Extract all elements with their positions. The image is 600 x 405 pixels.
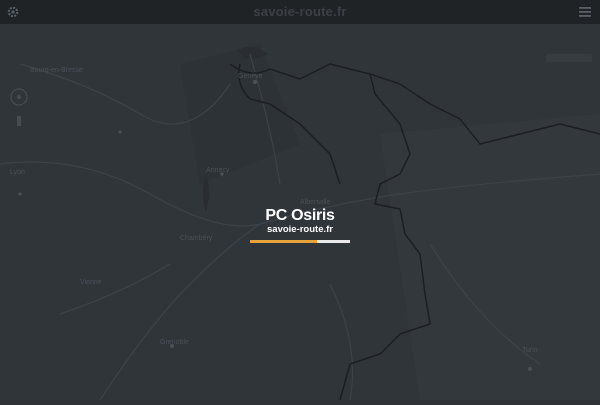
- progress-bar: [250, 240, 350, 243]
- map-label: Bourg-en-Bresse: [30, 67, 83, 74]
- map-label: Albertville: [300, 199, 330, 206]
- map-label: Chambéry: [180, 235, 213, 242]
- loader-title: PC Osiris: [265, 207, 335, 224]
- loading-panel: PC Osiris savoie-route.fr: [250, 207, 350, 243]
- map-label: Lyon: [10, 169, 25, 176]
- map-type-control[interactable]: [546, 54, 592, 62]
- map-label: Vienne: [80, 279, 102, 286]
- map-label: Annecy: [206, 167, 230, 174]
- hamburger-menu-icon[interactable]: [579, 5, 593, 19]
- progress-bar-fill: [250, 240, 317, 243]
- map-label: Grenoble: [160, 339, 189, 346]
- navigation-control[interactable]: [6, 84, 32, 128]
- top-bar: savoie-route.fr: [0, 0, 600, 25]
- app-title: savoie-route.fr: [253, 4, 347, 19]
- map-label: Genève: [238, 73, 263, 80]
- loader-subtitle: savoie-route.fr: [267, 224, 333, 235]
- map-label: Turin: [522, 347, 538, 354]
